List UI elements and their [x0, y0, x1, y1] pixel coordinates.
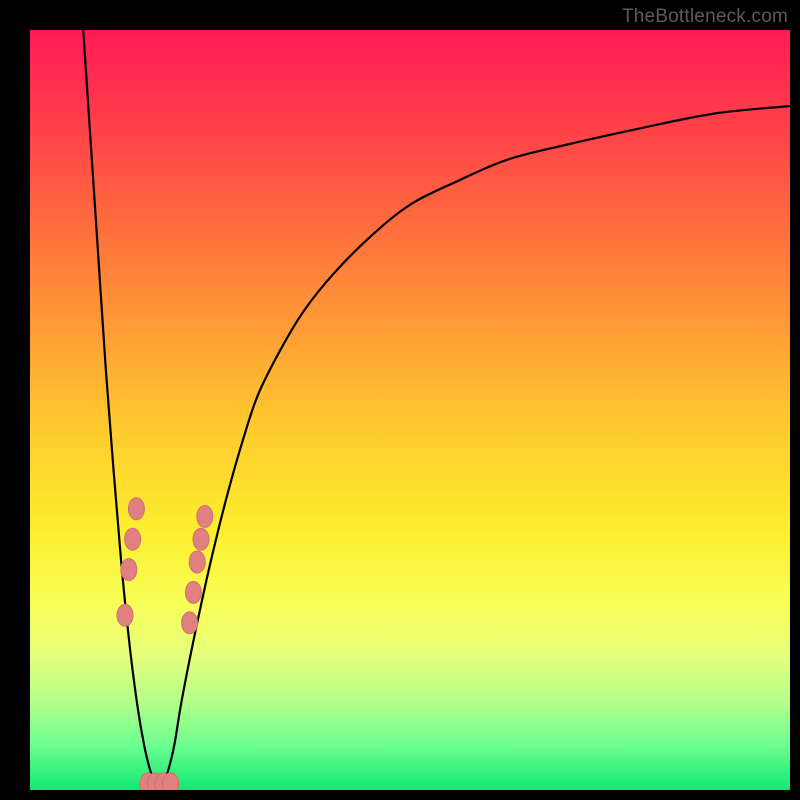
chart-frame: TheBottleneck.com [0, 0, 800, 800]
data-marker [185, 581, 201, 603]
plot-area [30, 30, 790, 790]
data-marker [197, 505, 213, 527]
marker-layer [117, 498, 213, 790]
curve-svg [30, 30, 790, 790]
bottleneck-curve [83, 30, 790, 790]
data-marker [121, 559, 137, 581]
data-marker [128, 498, 144, 520]
data-marker [182, 612, 198, 634]
data-marker [155, 773, 171, 790]
watermark-text: TheBottleneck.com [622, 6, 788, 28]
data-marker [189, 551, 205, 573]
data-marker [163, 773, 179, 790]
data-marker [125, 528, 141, 550]
data-marker [193, 528, 209, 550]
data-marker [147, 773, 163, 790]
data-marker [117, 604, 133, 626]
data-marker [140, 773, 156, 790]
